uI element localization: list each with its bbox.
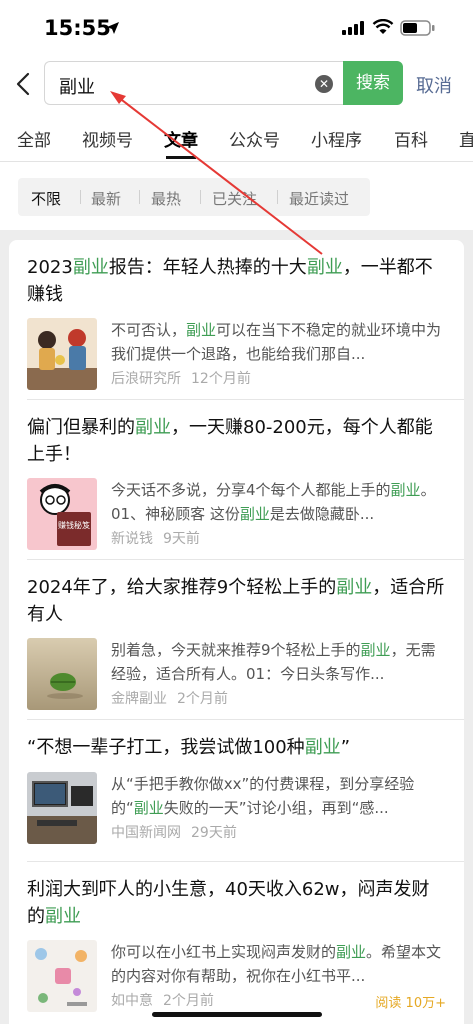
status-bar: 15:55 <box>0 0 473 56</box>
result-meta: 新说钱 9天前 <box>111 528 200 548</box>
battery-icon <box>400 20 435 36</box>
text-segment: 利润大到吓人的小生意，40天收入62w，闷声发财的 <box>27 879 430 927</box>
cellular-signal-icon <box>342 21 364 35</box>
search-header: 副业 ✕ 搜索 取消 <box>0 56 473 112</box>
search-input[interactable]: 副业 ✕ <box>44 61 344 105</box>
filter-followed[interactable]: 已关注 <box>212 188 257 209</box>
keyword-highlight: 副业 <box>133 799 164 817</box>
back-arrow-icon[interactable] <box>10 68 38 100</box>
status-time: 15:55 <box>44 16 111 40</box>
keyword-highlight: 副业 <box>135 417 171 438</box>
location-arrow-icon <box>107 22 119 34</box>
text-segment: ” <box>340 737 351 758</box>
result-source[interactable]: 后浪研究所 <box>111 371 181 387</box>
clear-search-icon[interactable]: ✕ <box>315 75 333 93</box>
result-snippet: 别着急，今天就来推荐9个轻松上手的副业，无需经验，适合所有人。01：今日头条写作… <box>111 638 449 686</box>
keyword-highlight: 副业 <box>72 257 109 278</box>
result-meta: 金牌副业 2个月前 <box>111 688 228 708</box>
filter-area: 不限 最新 最热 已关注 最近读过 <box>0 162 473 230</box>
result-card[interactable]: “不想一辈子打工，我尝试做100种副业” 从“手把手教你做xx”的付费课程，到分… <box>9 720 464 862</box>
result-thumbnail <box>27 318 97 390</box>
result-snippet: 今天话不多说，分享4个每个人都能上手的副业。01、神秘顾客 这份副业是去做隐藏卧… <box>111 478 449 526</box>
tab-more[interactable]: 直 <box>459 126 473 151</box>
read-count-badge: 阅读 10万+ <box>375 996 446 1011</box>
result-time: 2个月前 <box>163 993 214 1009</box>
text-segment: 你可以在小红书上实现闷声发财的 <box>111 943 337 961</box>
result-card[interactable]: 利润大到吓人的小生意，40天收入62w，闷声发财的副业 你可以在小红书上实现闷声… <box>9 862 464 1024</box>
result-card[interactable]: 2024年了，给大家推荐9个轻松上手的副业，适合所有人 别着急，今天就来推荐9个… <box>9 560 464 720</box>
result-title[interactable]: 2024年了，给大家推荐9个轻松上手的副业，适合所有人 <box>27 574 447 628</box>
active-tab-indicator <box>166 156 196 159</box>
result-meta: 后浪研究所 12个月前 <box>111 368 251 388</box>
result-source[interactable]: 新说钱 <box>111 531 153 547</box>
keyword-highlight: 副业 <box>360 641 391 659</box>
wifi-icon <box>372 19 394 34</box>
result-thumbnail <box>27 638 97 710</box>
filter-divider <box>139 190 140 204</box>
result-card[interactable]: 2023副业报告：年轻人热捧的十大副业，一半都不赚钱 不可否认，副业可以在当下不… <box>9 240 464 400</box>
keyword-highlight: 副业 <box>390 481 421 499</box>
filter-latest[interactable]: 最新 <box>91 188 121 209</box>
result-time: 29天前 <box>191 825 237 841</box>
result-thumbnail <box>27 772 97 844</box>
result-title[interactable]: 2023副业报告：年轻人热捧的十大副业，一半都不赚钱 <box>27 254 447 308</box>
search-results-list: 2023副业报告：年轻人热捧的十大副业，一半都不赚钱 不可否认，副业可以在当下不… <box>9 240 464 1024</box>
keyword-highlight: 副业 <box>239 505 270 523</box>
cancel-button[interactable]: 取消 <box>416 72 452 98</box>
result-card[interactable]: 偏门但暴利的副业，一天赚80-200元，每个人都能上手！ 赚钱秘笈 今天话不多说… <box>9 400 464 560</box>
search-button[interactable]: 搜索 <box>343 61 403 105</box>
tab-official-accounts[interactable]: 公众号 <box>229 126 280 151</box>
result-time: 2个月前 <box>177 691 228 707</box>
tab-articles[interactable]: 文章 <box>164 126 198 151</box>
text-segment: “不想一辈子打工，我尝试做100种 <box>27 737 305 758</box>
result-snippet: 不可否认，副业可以在当下不稳定的就业环境中为我们提供一个退路，也能给我们那自..… <box>111 318 449 366</box>
text-segment: 失败的一天”讨论小组，再到“感... <box>163 799 389 817</box>
search-query-text[interactable]: 副业 <box>59 73 95 99</box>
keyword-highlight: 副业 <box>304 737 341 758</box>
result-thumbnail: 赚钱秘笈 <box>27 478 97 550</box>
keyword-highlight: 副业 <box>336 577 373 598</box>
text-segment: 是去做隐藏卧... <box>269 505 375 523</box>
category-tabs: 全部 视频号 文章 公众号 小程序 百科 直 <box>0 112 473 162</box>
filter-divider <box>200 190 201 204</box>
keyword-highlight: 副业 <box>45 906 81 927</box>
keyword-highlight: 副业 <box>336 943 367 961</box>
text-segment: 今天话不多说，分享4个每个人都能上手的 <box>111 481 391 499</box>
result-source[interactable]: 如中意 <box>111 993 153 1009</box>
text-segment: 别着急，今天就来推荐9个轻松上手的 <box>111 641 361 659</box>
result-time: 9天前 <box>163 531 200 547</box>
tab-channels[interactable]: 视频号 <box>82 126 133 151</box>
filter-divider <box>80 190 81 204</box>
keyword-highlight: 副业 <box>186 321 217 339</box>
result-meta: 如中意 2个月前 <box>111 990 214 1010</box>
tab-mini-programs[interactable]: 小程序 <box>311 126 362 151</box>
result-source[interactable]: 金牌副业 <box>111 691 167 707</box>
result-snippet: 从“手把手教你做xx”的付费课程，到分享经验的“副业失败的一天”讨论小组，再到“… <box>111 772 449 820</box>
text-segment: 偏门但暴利的 <box>27 417 135 438</box>
keyword-highlight: 副业 <box>306 257 343 278</box>
result-title[interactable]: 利润大到吓人的小生意，40天收入62w，闷声发财的副业 <box>27 876 447 930</box>
tab-all[interactable]: 全部 <box>17 126 51 151</box>
result-source[interactable]: 中国新闻网 <box>111 825 181 841</box>
filter-recently-read[interactable]: 最近读过 <box>289 188 349 209</box>
text-segment: 2024年了，给大家推荐9个轻松上手的 <box>27 577 337 598</box>
result-title[interactable]: 偏门但暴利的副业，一天赚80-200元，每个人都能上手！ <box>27 414 447 468</box>
tab-encyclopedia[interactable]: 百科 <box>394 126 428 151</box>
result-thumbnail <box>27 940 97 1012</box>
filter-hottest[interactable]: 最热 <box>151 188 181 209</box>
result-snippet: 你可以在小红书上实现闷声发财的副业。希望本文的内容对你有帮助，祝你在小红书平..… <box>111 940 449 988</box>
thumbnail-book-text: 赚钱秘笈 <box>58 520 90 530</box>
filter-divider <box>277 190 278 204</box>
text-segment: 报告：年轻人热捧的十大 <box>108 257 307 278</box>
result-time: 12个月前 <box>191 371 251 387</box>
text-segment: 不可否认， <box>111 321 187 339</box>
home-indicator <box>152 1012 322 1017</box>
filter-unlimited[interactable]: 不限 <box>31 188 61 209</box>
text-segment: 2023 <box>27 257 73 278</box>
filter-bar: 不限 最新 最热 已关注 最近读过 <box>18 178 370 216</box>
result-title[interactable]: “不想一辈子打工，我尝试做100种副业” <box>27 734 447 761</box>
result-meta: 中国新闻网 29天前 <box>111 822 237 842</box>
